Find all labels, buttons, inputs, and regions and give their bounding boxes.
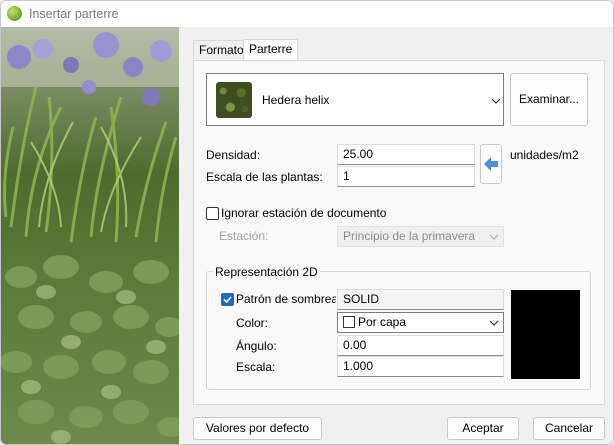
chevron-down-icon — [489, 234, 499, 240]
arrow-left-icon — [484, 157, 498, 171]
plant-select[interactable]: Hedera helix — [206, 73, 504, 126]
hatch-scale-input[interactable]: 1.000 — [337, 356, 504, 377]
plant-photo — [1, 27, 179, 444]
hatch-pattern-checkbox[interactable] — [221, 293, 234, 306]
apply-density-button[interactable] — [480, 144, 502, 184]
ignore-station-checkbox[interactable] — [206, 207, 219, 220]
browse-button-label: Examinar... — [518, 92, 580, 106]
checkmark-icon — [223, 296, 232, 304]
cancel-button[interactable]: Cancelar — [533, 417, 605, 440]
hatch-pattern-label: Patrón de sombreado — [236, 292, 336, 306]
color-select[interactable]: Por capa — [337, 312, 504, 333]
dialog-window: Insertar parterre Formato Parterre Heder… — [0, 0, 614, 445]
defaults-button[interactable]: Valores por defecto — [193, 417, 322, 440]
plant-scale-label: Escala de las plantas: — [206, 170, 323, 184]
chevron-down-icon — [491, 98, 501, 104]
tab-formato[interactable]: Formato — [193, 40, 250, 60]
color-swatch-icon — [343, 316, 355, 328]
browse-button[interactable]: Examinar... — [510, 73, 588, 126]
representation-2d-title: Representación 2D — [213, 265, 320, 279]
ok-button-label: Aceptar — [462, 421, 504, 435]
ignore-station-label: Ignorar estación de documento — [221, 206, 387, 220]
title-bar: Insertar parterre — [1, 1, 613, 27]
color-label: Color: — [236, 316, 269, 330]
station-select: Principio de la primavera — [337, 226, 504, 247]
angle-label: Ángulo: — [236, 339, 277, 353]
window-title: Insertar parterre — [29, 7, 119, 21]
tab-formato-label: Formato — [199, 43, 244, 57]
angle-input[interactable]: 0.00 — [337, 335, 504, 356]
plant-thumbnail — [216, 82, 252, 118]
color-value: Por capa — [358, 315, 407, 329]
chevron-down-icon — [489, 320, 499, 326]
tab-parterre[interactable]: Parterre — [243, 39, 299, 60]
plant-scale-input[interactable]: 1 — [337, 166, 475, 187]
app-icon — [7, 6, 22, 21]
cancel-button-label: Cancelar — [544, 421, 594, 435]
density-label: Densidad: — [206, 148, 261, 162]
hatch-pattern-label-wrap: Patrón de sombreado — [236, 292, 336, 306]
ok-button[interactable]: Aceptar — [447, 417, 519, 440]
defaults-button-label: Valores por defecto — [205, 421, 310, 435]
station-value: Principio de la primavera — [343, 229, 476, 243]
hatch-scale-label: Escala: — [236, 360, 276, 374]
density-input[interactable]: 25.00 — [337, 144, 475, 165]
plant-name: Hedera helix — [262, 93, 330, 107]
station-label: Estación: — [219, 229, 269, 243]
tab-parterre-label: Parterre — [249, 42, 293, 56]
hatch-pattern-input[interactable]: SOLID — [337, 289, 504, 310]
hatch-preview — [511, 290, 580, 379]
density-unit: unidades/m2 — [510, 148, 579, 162]
